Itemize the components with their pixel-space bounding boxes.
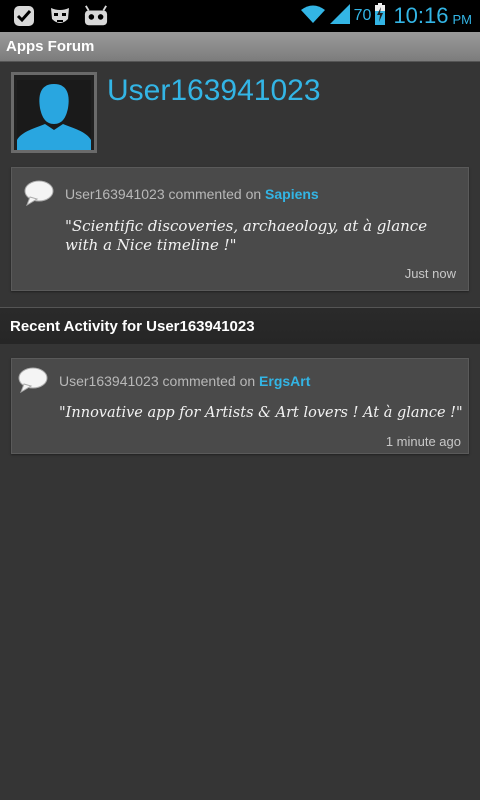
robot-icon[interactable] — [84, 5, 108, 27]
comment-timestamp: Just now — [404, 266, 456, 281]
recent-activity-header: Recent Activity for User163941023 — [0, 307, 480, 344]
app-title: Apps Forum — [6, 38, 95, 55]
clock-ampm: PM — [452, 11, 473, 27]
action-bar: Apps Forum — [0, 32, 480, 62]
battery-level: 70 — [353, 7, 372, 24]
speech-bubble-icon — [18, 367, 48, 394]
avatar-silhouette-icon — [17, 80, 91, 150]
app-link-sapiens[interactable]: Sapiens — [265, 186, 319, 202]
app-link-ergsart[interactable]: ErgsArt — [259, 373, 310, 389]
comment-verb: commented on — [164, 186, 266, 202]
speech-bubble-icon — [24, 180, 54, 207]
list-item[interactable]: User163941023 commented on ErgsArt "Inno… — [11, 358, 469, 454]
activity-headline: User163941023 commented on ErgsArt — [59, 373, 310, 389]
latest-comment-card[interactable]: User163941023 commented on Sapiens "Scie… — [11, 167, 469, 291]
comment-quote: "Scientific discoveries, archaeology, at… — [65, 217, 428, 254]
avatar — [11, 72, 97, 153]
wifi-icon — [300, 4, 326, 28]
signal-icon — [329, 4, 350, 28]
profile-username: User163941023 — [107, 74, 321, 107]
check-notification-icon[interactable] — [12, 5, 36, 27]
battery-charging-icon — [375, 3, 386, 29]
activity-user[interactable]: User163941023 — [59, 373, 159, 389]
mask-icon[interactable] — [48, 5, 72, 27]
activity-timestamp: 1 minute ago — [385, 434, 461, 449]
activity-quote: "Innovative app for Artists & Art lovers… — [59, 405, 463, 421]
comment-headline: User163941023 commented on Sapiens — [65, 186, 319, 202]
activity-verb: commented on — [158, 373, 260, 389]
comment-user[interactable]: User163941023 — [65, 186, 165, 202]
status-bar: 70 10:16 PM — [0, 0, 480, 32]
clock-time: 10:16 — [393, 3, 449, 28]
recent-activity-title: Recent Activity for User163941023 — [10, 317, 255, 335]
